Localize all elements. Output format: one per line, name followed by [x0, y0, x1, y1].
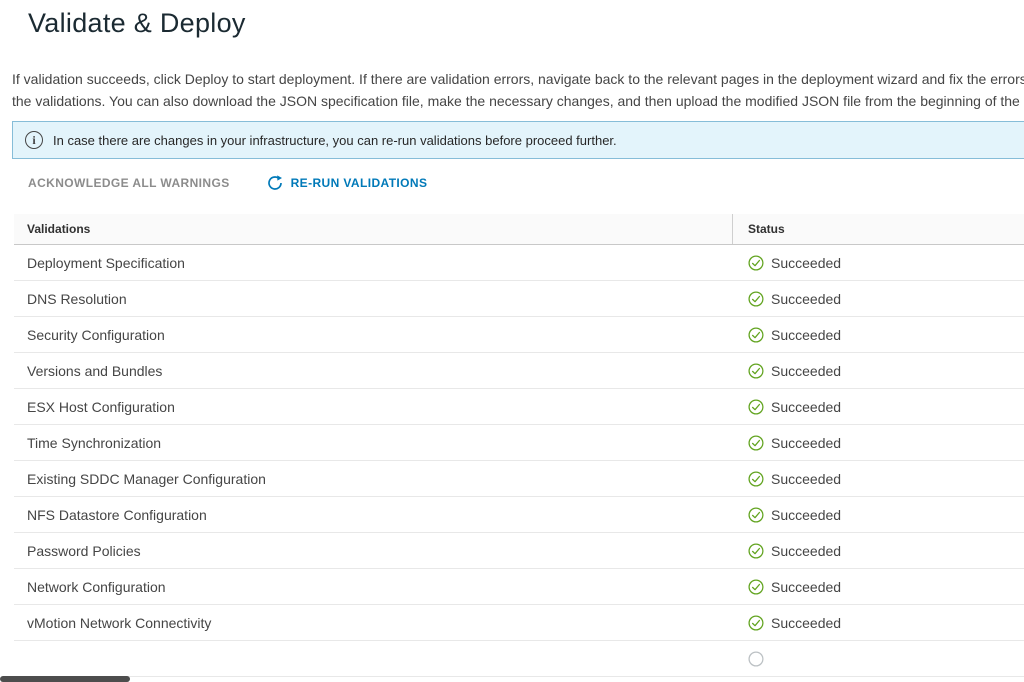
- success-check-icon: [748, 543, 764, 559]
- validation-status: Succeeded: [733, 615, 1024, 631]
- table-row: [14, 641, 1024, 677]
- validate-deploy-page: Validate & Deploy If validation succeeds…: [0, 8, 1024, 677]
- validation-status: Succeeded: [733, 507, 1024, 523]
- success-check-icon: [748, 255, 764, 271]
- table-row: Deployment Specification Succeeded: [14, 245, 1024, 281]
- refresh-icon: [267, 175, 283, 191]
- status-text: Succeeded: [771, 363, 841, 379]
- table-row: NFS Datastore Configuration Succeeded: [14, 497, 1024, 533]
- validation-name: Versions and Bundles: [14, 363, 733, 379]
- acknowledge-all-warnings-button[interactable]: ACKNOWLEDGE ALL WARNINGS: [28, 176, 230, 190]
- description-line-2: the validations. You can also download t…: [12, 91, 1024, 113]
- status-text: Succeeded: [771, 399, 841, 415]
- validation-status: Succeeded: [733, 291, 1024, 307]
- validation-status: Succeeded: [733, 579, 1024, 595]
- validations-table: Validations Status Deployment Specificat…: [14, 214, 1024, 677]
- validation-status: Succeeded: [733, 435, 1024, 451]
- info-banner: i In case there are changes in your infr…: [12, 121, 1024, 159]
- table-header-row: Validations Status: [14, 214, 1024, 245]
- validation-status: Succeeded: [733, 363, 1024, 379]
- validation-status: [733, 651, 1024, 667]
- validation-status: Succeeded: [733, 471, 1024, 487]
- table-row: Security Configuration Succeeded: [14, 317, 1024, 353]
- validation-name: vMotion Network Connectivity: [14, 615, 733, 631]
- table-row: Versions and Bundles Succeeded: [14, 353, 1024, 389]
- status-text: Succeeded: [771, 471, 841, 487]
- validation-name: NFS Datastore Configuration: [14, 507, 733, 523]
- success-check-icon: [748, 399, 764, 415]
- success-check-icon: [748, 615, 764, 631]
- description-line-1: If validation succeeds, click Deploy to …: [12, 69, 1024, 91]
- success-check-icon: [748, 435, 764, 451]
- validation-name: ESX Host Configuration: [14, 399, 733, 415]
- validation-name: Existing SDDC Manager Configuration: [14, 471, 733, 487]
- status-text: Succeeded: [771, 291, 841, 307]
- status-text: Succeeded: [771, 255, 841, 271]
- info-banner-text: In case there are changes in your infras…: [53, 133, 617, 148]
- table-row: Existing SDDC Manager Configuration Succ…: [14, 461, 1024, 497]
- validation-status: Succeeded: [733, 399, 1024, 415]
- success-check-icon: [748, 327, 764, 343]
- success-check-icon: [748, 471, 764, 487]
- validation-status: Succeeded: [733, 543, 1024, 559]
- validation-name: DNS Resolution: [14, 291, 733, 307]
- actions-bar: ACKNOWLEDGE ALL WARNINGS RE-RUN VALIDATI…: [28, 174, 1024, 191]
- page-description: If validation succeeds, click Deploy to …: [12, 69, 1024, 112]
- success-check-icon: [748, 363, 764, 379]
- rerun-validations-label: RE-RUN VALIDATIONS: [291, 176, 428, 190]
- status-text: Succeeded: [771, 327, 841, 343]
- success-check-icon: [748, 507, 764, 523]
- table-row: Network Configuration Succeeded: [14, 569, 1024, 605]
- table-row: vMotion Network Connectivity Succeeded: [14, 605, 1024, 641]
- validation-name: Network Configuration: [14, 579, 733, 595]
- status-text: Succeeded: [771, 543, 841, 559]
- column-header-validations: Validations: [14, 214, 733, 244]
- table-body: Deployment Specification Succeeded DNS R…: [14, 245, 1024, 677]
- validation-name: Security Configuration: [14, 327, 733, 343]
- validation-name: Deployment Specification: [14, 255, 733, 271]
- status-text: Succeeded: [771, 435, 841, 451]
- validation-name: Password Policies: [14, 543, 733, 559]
- table-row: Time Synchronization Succeeded: [14, 425, 1024, 461]
- status-text: Succeeded: [771, 507, 841, 523]
- table-row: DNS Resolution Succeeded: [14, 281, 1024, 317]
- validation-name: Time Synchronization: [14, 435, 733, 451]
- validation-status: Succeeded: [733, 255, 1024, 271]
- validation-status: Succeeded: [733, 327, 1024, 343]
- page-title: Validate & Deploy: [28, 8, 1024, 39]
- status-text: Succeeded: [771, 615, 841, 631]
- info-icon: i: [25, 131, 43, 149]
- table-row: ESX Host Configuration Succeeded: [14, 389, 1024, 425]
- success-check-icon: [748, 291, 764, 307]
- rerun-validations-button[interactable]: RE-RUN VALIDATIONS: [267, 175, 428, 191]
- horizontal-scrollbar-thumb[interactable]: [0, 676, 130, 682]
- table-row: Password Policies Succeeded: [14, 533, 1024, 569]
- success-check-icon: [748, 651, 764, 667]
- column-header-status: Status: [733, 214, 1024, 244]
- success-check-icon: [748, 579, 764, 595]
- status-text: Succeeded: [771, 579, 841, 595]
